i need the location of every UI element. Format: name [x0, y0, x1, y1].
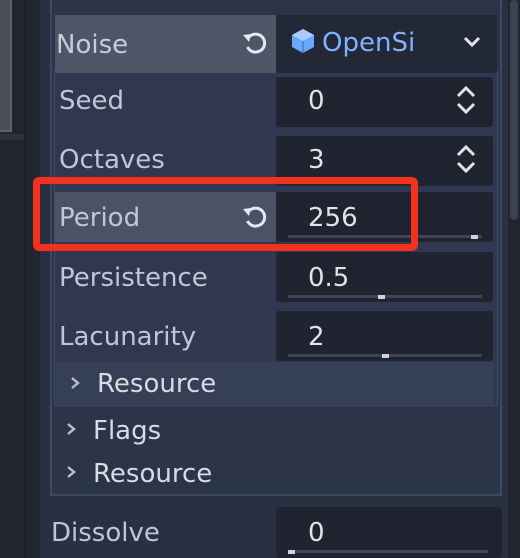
seed-label: Seed [59, 86, 124, 116]
chevron-right-icon[interactable] [63, 421, 79, 437]
dissolve-label: Dissolve [51, 518, 160, 548]
chevron-down-icon[interactable] [462, 34, 482, 50]
dissolve-slider-grabber[interactable] [288, 550, 295, 554]
revert-icon[interactable] [240, 29, 270, 59]
dissolve-value[interactable]: 0 [308, 520, 325, 546]
spin-arrows-icon[interactable] [455, 85, 477, 115]
chevron-right-icon[interactable] [67, 375, 83, 391]
highlight-annotation [33, 177, 418, 251]
adjacent-panel-base [0, 134, 24, 140]
lacunarity-value[interactable]: 2 [308, 324, 325, 350]
lacunarity-label: Lacunarity [59, 322, 197, 352]
seed-value[interactable]: 0 [308, 88, 325, 114]
inner-resource-label[interactable]: Resource [97, 371, 216, 397]
spin-arrows-icon[interactable] [455, 144, 477, 174]
octaves-label: Octaves [59, 145, 165, 175]
dissolve-slider-track[interactable] [288, 550, 488, 553]
inspector-scrollbar-thumb[interactable] [510, 0, 518, 220]
lacunarity-slider-grabber[interactable] [381, 354, 389, 358]
period-slider-grabber[interactable] [471, 235, 479, 239]
persistence-slider-track[interactable] [288, 295, 482, 298]
flags-section-label[interactable]: Flags [93, 418, 161, 444]
adjacent-panel-preview [0, 0, 12, 132]
octaves-value[interactable]: 3 [308, 147, 325, 173]
outer-resource-label[interactable]: Resource [93, 461, 212, 487]
persistence-slider-grabber[interactable] [377, 295, 385, 299]
noise-resource-name[interactable]: OpenSi [322, 30, 415, 56]
chevron-right-icon[interactable] [63, 464, 79, 480]
persistence-value[interactable]: 0.5 [308, 265, 349, 291]
panel-divider[interactable] [24, 0, 26, 558]
noise-label: Noise [56, 30, 129, 60]
resource-cube-icon [292, 29, 314, 53]
persistence-label: Persistence [59, 263, 208, 293]
